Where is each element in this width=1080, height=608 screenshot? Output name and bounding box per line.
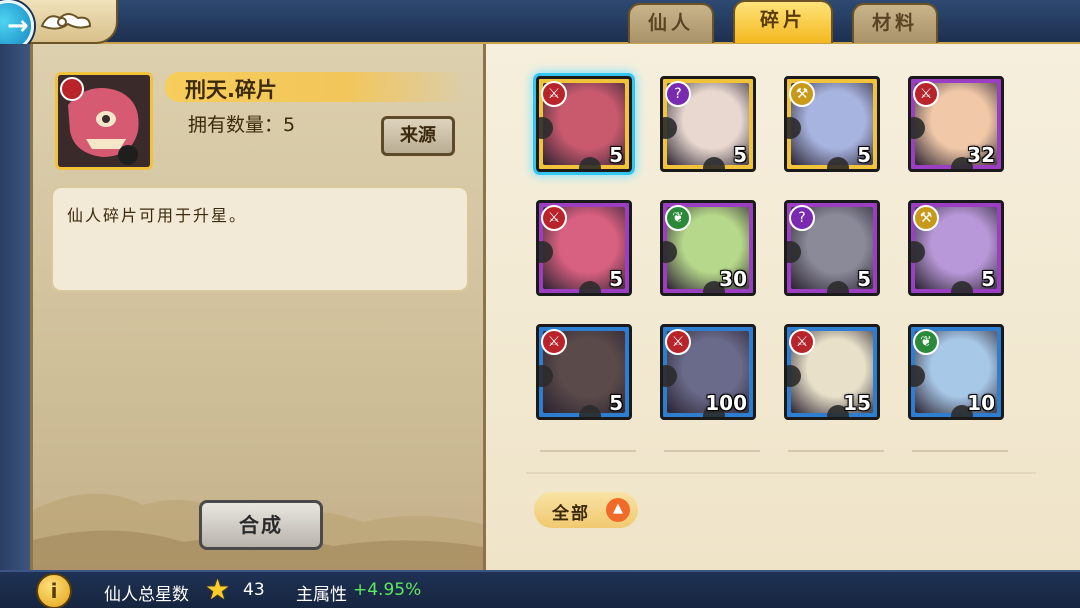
fragment-card[interactable]: ⚔ 5	[536, 324, 632, 420]
fragment-card[interactable]: ? 5	[660, 76, 756, 172]
puzzle-notch	[703, 157, 725, 169]
detail-panel: 刑天.碎片 拥有数量：5 来源 仙人碎片可用于升星。 合成	[30, 44, 486, 570]
fragment-count: 32	[967, 143, 995, 167]
tab-immortals[interactable]: 仙人	[628, 3, 714, 43]
leaf-element-icon: ❦	[665, 205, 691, 231]
sword-element-icon: ⚔	[541, 205, 567, 231]
puzzle-notch	[579, 281, 601, 293]
fragment-card[interactable]: ⚔ 5	[536, 200, 632, 296]
star-icon: ★	[205, 573, 231, 606]
fragment-card[interactable]: ⚔ 15	[784, 324, 880, 420]
total-stars-value: 43	[243, 580, 265, 600]
sword-element-icon: ⚔	[541, 329, 567, 355]
xingtian-fragment-icon	[58, 75, 150, 167]
fragment-grid-panel: ⚔ 5? 5 ⚒ 5 ⚔ 32 ⚔ 5 ❦ 30? 5 ⚒ 5 ⚔ 5 ⚔ 100 ⚔ 15 ❦ 10 全部 ▲	[486, 44, 1080, 570]
puzzle-notch	[579, 405, 601, 417]
fragment-count: 5	[981, 267, 995, 291]
owned-count: 拥有数量：5	[188, 114, 296, 136]
item-name: 刑天.碎片	[185, 78, 277, 102]
info-icon[interactable]: i	[36, 573, 72, 608]
empty-slot-divider	[788, 450, 884, 452]
fragment-count: 5	[609, 391, 623, 415]
fragment-count: 100	[705, 391, 747, 415]
description-text: 仙人碎片可用于升星。	[67, 206, 248, 225]
fragment-card[interactable]: ❦ 30	[660, 200, 756, 296]
hook-element-icon: ?	[789, 205, 815, 231]
puzzle-notch	[827, 157, 849, 169]
fragment-count: 5	[857, 267, 871, 291]
sword-element-icon: ⚔	[913, 81, 939, 107]
axe-element-icon: ⚒	[789, 81, 815, 107]
arrow-right-icon: →	[7, 11, 29, 41]
empty-slot-divider	[664, 450, 760, 452]
fragment-card[interactable]: ❦ 10	[908, 324, 1004, 420]
description-box: 仙人碎片可用于升星。	[51, 186, 469, 292]
source-button[interactable]: 来源	[381, 116, 455, 156]
compose-button[interactable]: 合成	[199, 500, 323, 550]
axe-element-icon: ⚒	[913, 205, 939, 231]
shelf-line	[526, 472, 1036, 474]
sword-element-icon: ⚔	[789, 329, 815, 355]
tab-fragments[interactable]: 碎片	[733, 0, 833, 43]
empty-slot-divider	[912, 450, 1008, 452]
main-attribute-label: 主属性	[296, 585, 347, 605]
empty-slot-divider	[540, 450, 636, 452]
fragment-card[interactable]: ⚒ 5	[784, 76, 880, 172]
fragment-count: 5	[609, 143, 623, 167]
selected-item-icon	[55, 72, 153, 170]
bottom-status-bar: i 仙人总星数 ★ 43 主属性 +4.95%	[0, 570, 1080, 608]
leaf-element-icon: ❦	[913, 329, 939, 355]
puzzle-notch	[827, 281, 849, 293]
fragment-card[interactable]: ⚔ 100	[660, 324, 756, 420]
fragment-card[interactable]: ? 5	[784, 200, 880, 296]
fragment-card[interactable]: ⚔ 5	[536, 76, 632, 172]
hook-element-icon: ?	[665, 81, 691, 107]
left-edge	[0, 44, 30, 570]
chevron-up-icon: ▲	[606, 498, 630, 522]
fragment-count: 10	[967, 391, 995, 415]
fragment-count: 5	[857, 143, 871, 167]
cloud-ornament-icon	[40, 13, 92, 30]
sword-element-icon: ⚔	[665, 329, 691, 355]
fragment-count: 5	[609, 267, 623, 291]
tab-materials[interactable]: 材料	[852, 3, 938, 43]
fragment-count: 15	[843, 391, 871, 415]
top-bar: → 仙人 碎片 材料	[0, 0, 1080, 52]
fragment-count: 30	[719, 267, 747, 291]
fragment-card[interactable]: ⚔ 32	[908, 76, 1004, 172]
fragment-card[interactable]: ⚒ 5	[908, 200, 1004, 296]
sword-element-icon: ⚔	[541, 81, 567, 107]
puzzle-notch	[951, 281, 973, 293]
main-attribute-value: +4.95%	[353, 580, 422, 600]
puzzle-notch	[579, 157, 601, 169]
fragment-count: 5	[733, 143, 747, 167]
filter-all-button[interactable]: 全部 ▲	[534, 492, 638, 528]
total-stars-label: 仙人总星数	[104, 585, 189, 605]
